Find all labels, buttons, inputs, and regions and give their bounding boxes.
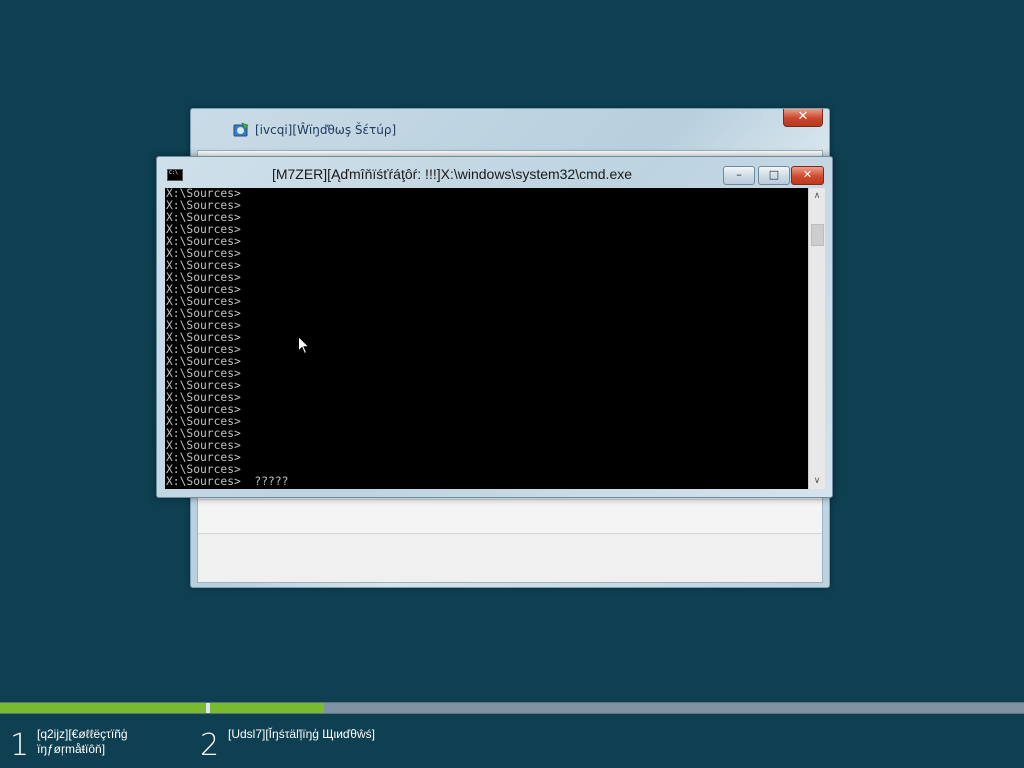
console-output[interactable]: X:\Sources> X:\Sources> X:\Sources> X:\S… [165,188,808,489]
vertical-scrollbar[interactable]: ∧ ∨ [808,188,825,489]
step-label-line1: [q2ijz][€øℓℓëçτïñģ [37,727,128,741]
setup-close-button[interactable]: ✕ [783,109,823,127]
close-button[interactable]: ✕ [791,166,824,185]
maximize-button[interactable]: □ [758,166,790,185]
step-number: 1 [10,728,30,763]
minimize-button[interactable]: – [723,166,755,185]
cmd-window: C:\ [M7ZER][Ąďmîňïśťŕáţôŕ: !!!]X:\window… [156,156,833,498]
setup-footer [198,533,822,582]
console-text: X:\Sources> X:\Sources> X:\Sources> X:\S… [166,188,289,488]
scroll-down-icon[interactable]: ∨ [809,473,825,489]
scroll-up-icon[interactable]: ∧ [809,188,825,204]
scroll-thumb[interactable] [811,224,824,246]
setup-title-text: [ivcqi][Ŵïŋďθωş Šέτúρ] [255,123,397,137]
cmd-title-text: [M7ZER][Ąďmîňïśťŕáţôŕ: !!!]X:\windows\sy… [271,166,633,182]
setup-disc-icon [233,122,249,138]
step-label-line1: [Udsl7][Ĭŋśτäľļïŋģ Щιиďθŵś] [228,727,375,741]
setup-title-bar: [ivcqi][Ŵïŋďθωş Šέτúρ] [233,121,396,139]
progress-step1-fill [0,703,206,713]
step-number: 2 [200,728,220,763]
setup-progress-bar [0,702,1024,714]
setup-divider-band [198,499,822,534]
progress-step2-fill [210,703,324,713]
step-label-line2: ïŋƒøŗmåŧïôň] [37,742,106,756]
mouse-pointer-icon [298,335,311,356]
